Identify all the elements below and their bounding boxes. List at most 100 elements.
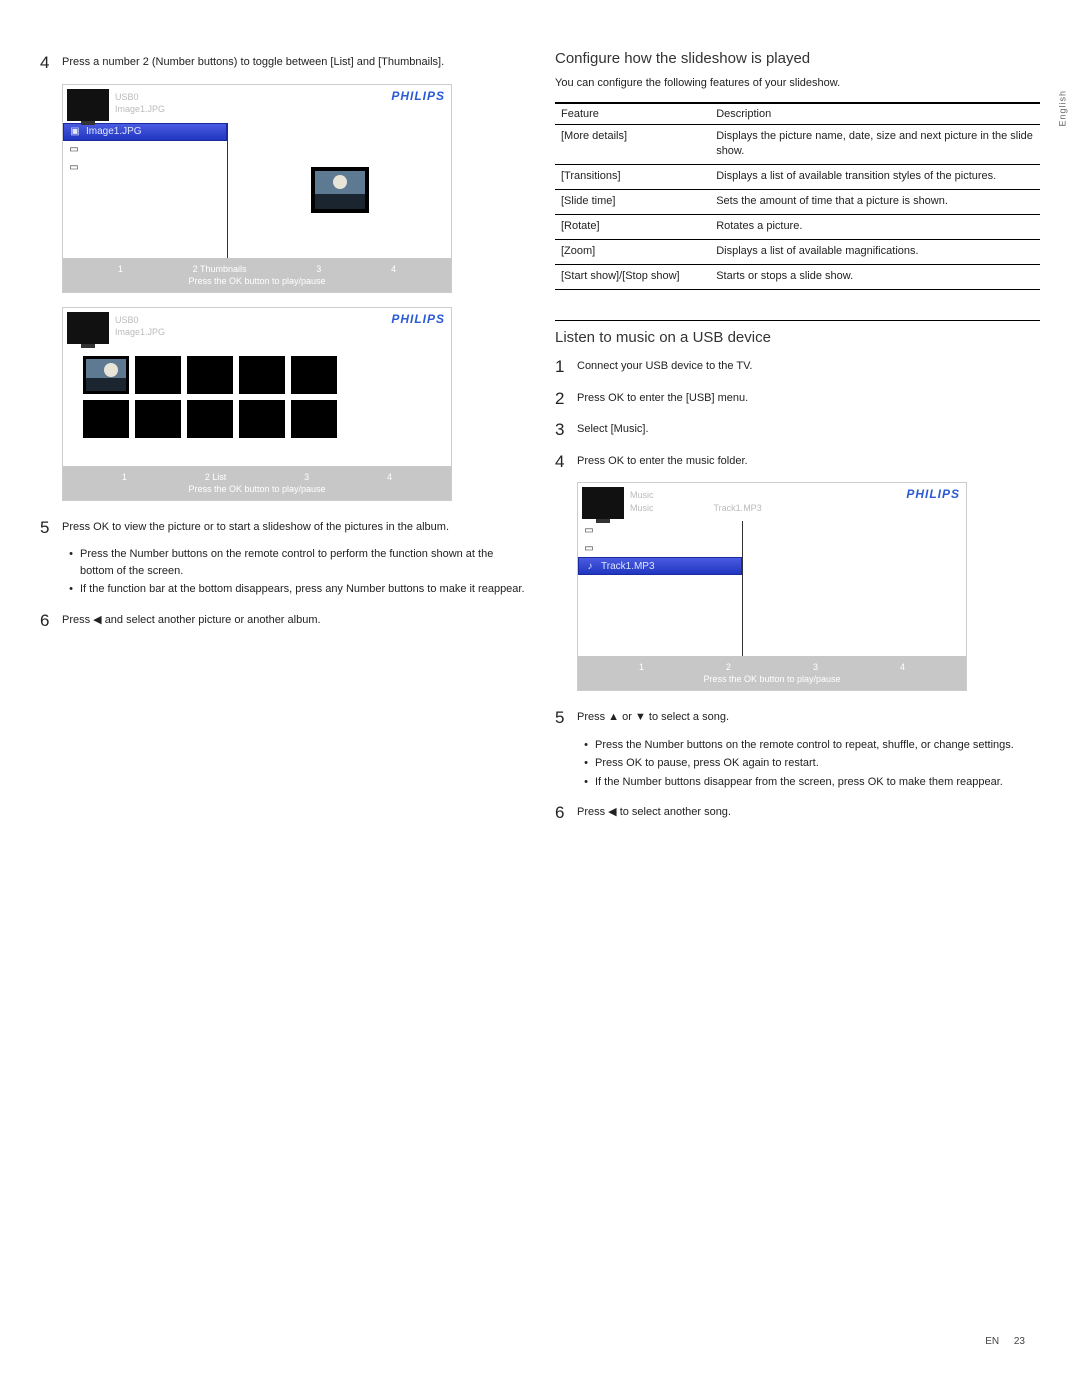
step-text: Press ◀ to select another song. <box>577 800 731 826</box>
preview-thumb <box>311 167 369 213</box>
preview-image <box>315 171 365 209</box>
step-number: 5 <box>555 705 577 731</box>
tv-icon <box>582 487 624 519</box>
screen-path-file: Track1.MP3 <box>714 502 762 515</box>
bullet-item: If the function bar at the bottom disapp… <box>62 581 525 598</box>
table-row: [Start show]/[Stop show]Starts or stops … <box>555 265 1040 290</box>
cell-feature: [Rotate] <box>555 215 710 240</box>
th-feature: Feature <box>555 103 710 125</box>
preview-pane <box>228 123 451 258</box>
thumb-cell[interactable] <box>135 356 181 394</box>
step-number: 4 <box>40 50 62 76</box>
cell-feature: [Start show]/[Stop show] <box>555 265 710 290</box>
music-note-icon <box>583 561 597 572</box>
screenshot-list-view: USB0 Image1.JPG PHILIPS Image1.JPG <box>62 84 452 293</box>
screen-path-folder: Music <box>630 502 654 515</box>
screen-body: Track1.MP3 <box>578 521 966 656</box>
bullet-item: Press the Number buttons on the remote c… <box>577 737 1040 754</box>
cell-desc: Displays a list of available transition … <box>710 165 1040 190</box>
config-intro: You can conﬁgure the following features … <box>555 75 1040 92</box>
step-text: Press ▲ or ▼ to select a song. <box>577 705 729 731</box>
list-item-label: Track1.MP3 <box>601 561 655 572</box>
folder-icon <box>582 525 596 536</box>
bullet-text: Press OK to pause, press OK again to res… <box>595 755 819 772</box>
step-text: Press OK to enter the [USB] menu. <box>577 386 748 412</box>
screen-footer: 1 2 Thumbnails 3 4 Press the OK button t… <box>63 258 451 292</box>
music-step-4: 4 Press OK to enter the music folder. <box>555 449 1040 475</box>
thumb-cell[interactable] <box>187 400 233 438</box>
left-step-6: 6 Press ◀ and select another picture or … <box>40 608 525 634</box>
step-number: 5 <box>40 515 62 541</box>
file-list: Image1.JPG <box>63 123 228 258</box>
footer-options: 1 2 List 3 4 <box>63 472 451 482</box>
thumb-cell[interactable] <box>291 400 337 438</box>
list-item-selected[interactable]: Track1.MP3 <box>578 557 742 575</box>
step-number: 3 <box>555 417 577 443</box>
tv-icon <box>67 89 109 121</box>
footer-options: 1 2 Thumbnails 3 4 <box>63 264 451 274</box>
list-item[interactable] <box>578 521 742 539</box>
screen-footer: 1 2 List 3 4 Press the OK button to play… <box>63 466 451 500</box>
list-item-selected[interactable]: Image1.JPG <box>63 123 227 141</box>
opt-1: 1 <box>122 472 127 482</box>
list-item[interactable] <box>63 141 227 159</box>
step-text: Select [Music]. <box>577 417 649 443</box>
cell-desc: Starts or stops a slide show. <box>710 265 1040 290</box>
bullet-item: Press OK to pause, press OK again to res… <box>577 755 1040 772</box>
right-column: Conﬁgure how the slideshow is played You… <box>555 50 1040 832</box>
picture-icon <box>68 126 82 137</box>
thumb-image <box>86 359 126 391</box>
cell-feature: [Zoom] <box>555 240 710 265</box>
cell-desc: Displays a list of available magniﬁcatio… <box>710 240 1040 265</box>
music-step-2: 2 Press OK to enter the [USB] menu. <box>555 386 1040 412</box>
screenshot-music-browser: Music Music Track1.MP3 PHILIPS Track1.MP… <box>577 482 967 691</box>
screen-body <box>63 346 451 466</box>
screen-header: USB0 Image1.JPG PHILIPS <box>63 85 451 123</box>
footer-lang: EN <box>985 1336 999 1347</box>
opt-1: 1 <box>639 662 644 672</box>
th-description: Description <box>710 103 1040 125</box>
cell-feature: [Transitions] <box>555 165 710 190</box>
thumb-cell[interactable] <box>135 400 181 438</box>
opt-2: 2 List <box>205 472 227 482</box>
list-item[interactable] <box>63 159 227 177</box>
step-number: 4 <box>555 449 577 475</box>
step-text: Connect your USB device to the TV. <box>577 354 753 380</box>
music-step-6: 6 Press ◀ to select another song. <box>555 800 1040 826</box>
step-text: Press a number 2 (Number buttons) to tog… <box>62 50 444 76</box>
bullet-text: Press the Number buttons on the remote c… <box>80 546 525 579</box>
bullet-text: Press the Number buttons on the remote c… <box>595 737 1014 754</box>
thumb-cell[interactable] <box>83 356 129 394</box>
thumb-cell[interactable] <box>239 400 285 438</box>
bullet-text: If the function bar at the bottom disapp… <box>80 581 525 598</box>
opt-4: 4 <box>900 662 905 672</box>
cell-desc: Sets the amount of time that a picture i… <box>710 190 1040 215</box>
table-row: [More details]Displays the picture name,… <box>555 124 1040 165</box>
screen-title: USB0 <box>115 314 391 327</box>
grid-row <box>83 356 431 394</box>
language-side-label: English <box>1058 90 1068 127</box>
thumb-cell[interactable] <box>83 400 129 438</box>
thumb-cell[interactable] <box>291 356 337 394</box>
thumb-cell[interactable] <box>187 356 233 394</box>
music-step-5-bullets: Press the Number buttons on the remote c… <box>577 737 1040 791</box>
screen-body: Image1.JPG <box>63 123 451 258</box>
bullet-text: If the Number buttons disappear from the… <box>595 774 1003 791</box>
list-item[interactable] <box>578 539 742 557</box>
screen-path: Image1.JPG <box>115 326 391 339</box>
step-text: Press OK to view the picture or to start… <box>62 515 449 541</box>
cell-feature: [Slide time] <box>555 190 710 215</box>
left-step-4: 4 Press a number 2 (Number buttons) to t… <box>40 50 525 76</box>
thumb-cell[interactable] <box>239 356 285 394</box>
table-row: [Slide time]Sets the amount of time that… <box>555 190 1040 215</box>
opt-1: 1 <box>118 264 123 274</box>
cell-feature: [More details] <box>555 124 710 165</box>
step-text: Press OK to enter the music folder. <box>577 449 748 475</box>
heading-configure-slideshow: Conﬁgure how the slideshow is played <box>555 50 1040 67</box>
step-number: 6 <box>40 608 62 634</box>
footer-options: 1 2 3 4 <box>578 662 966 672</box>
file-list: Track1.MP3 <box>578 521 743 656</box>
brand-logo: PHILIPS <box>906 487 960 501</box>
screen-header-text: USB0 Image1.JPG <box>115 89 391 116</box>
folder-icon <box>582 543 596 554</box>
